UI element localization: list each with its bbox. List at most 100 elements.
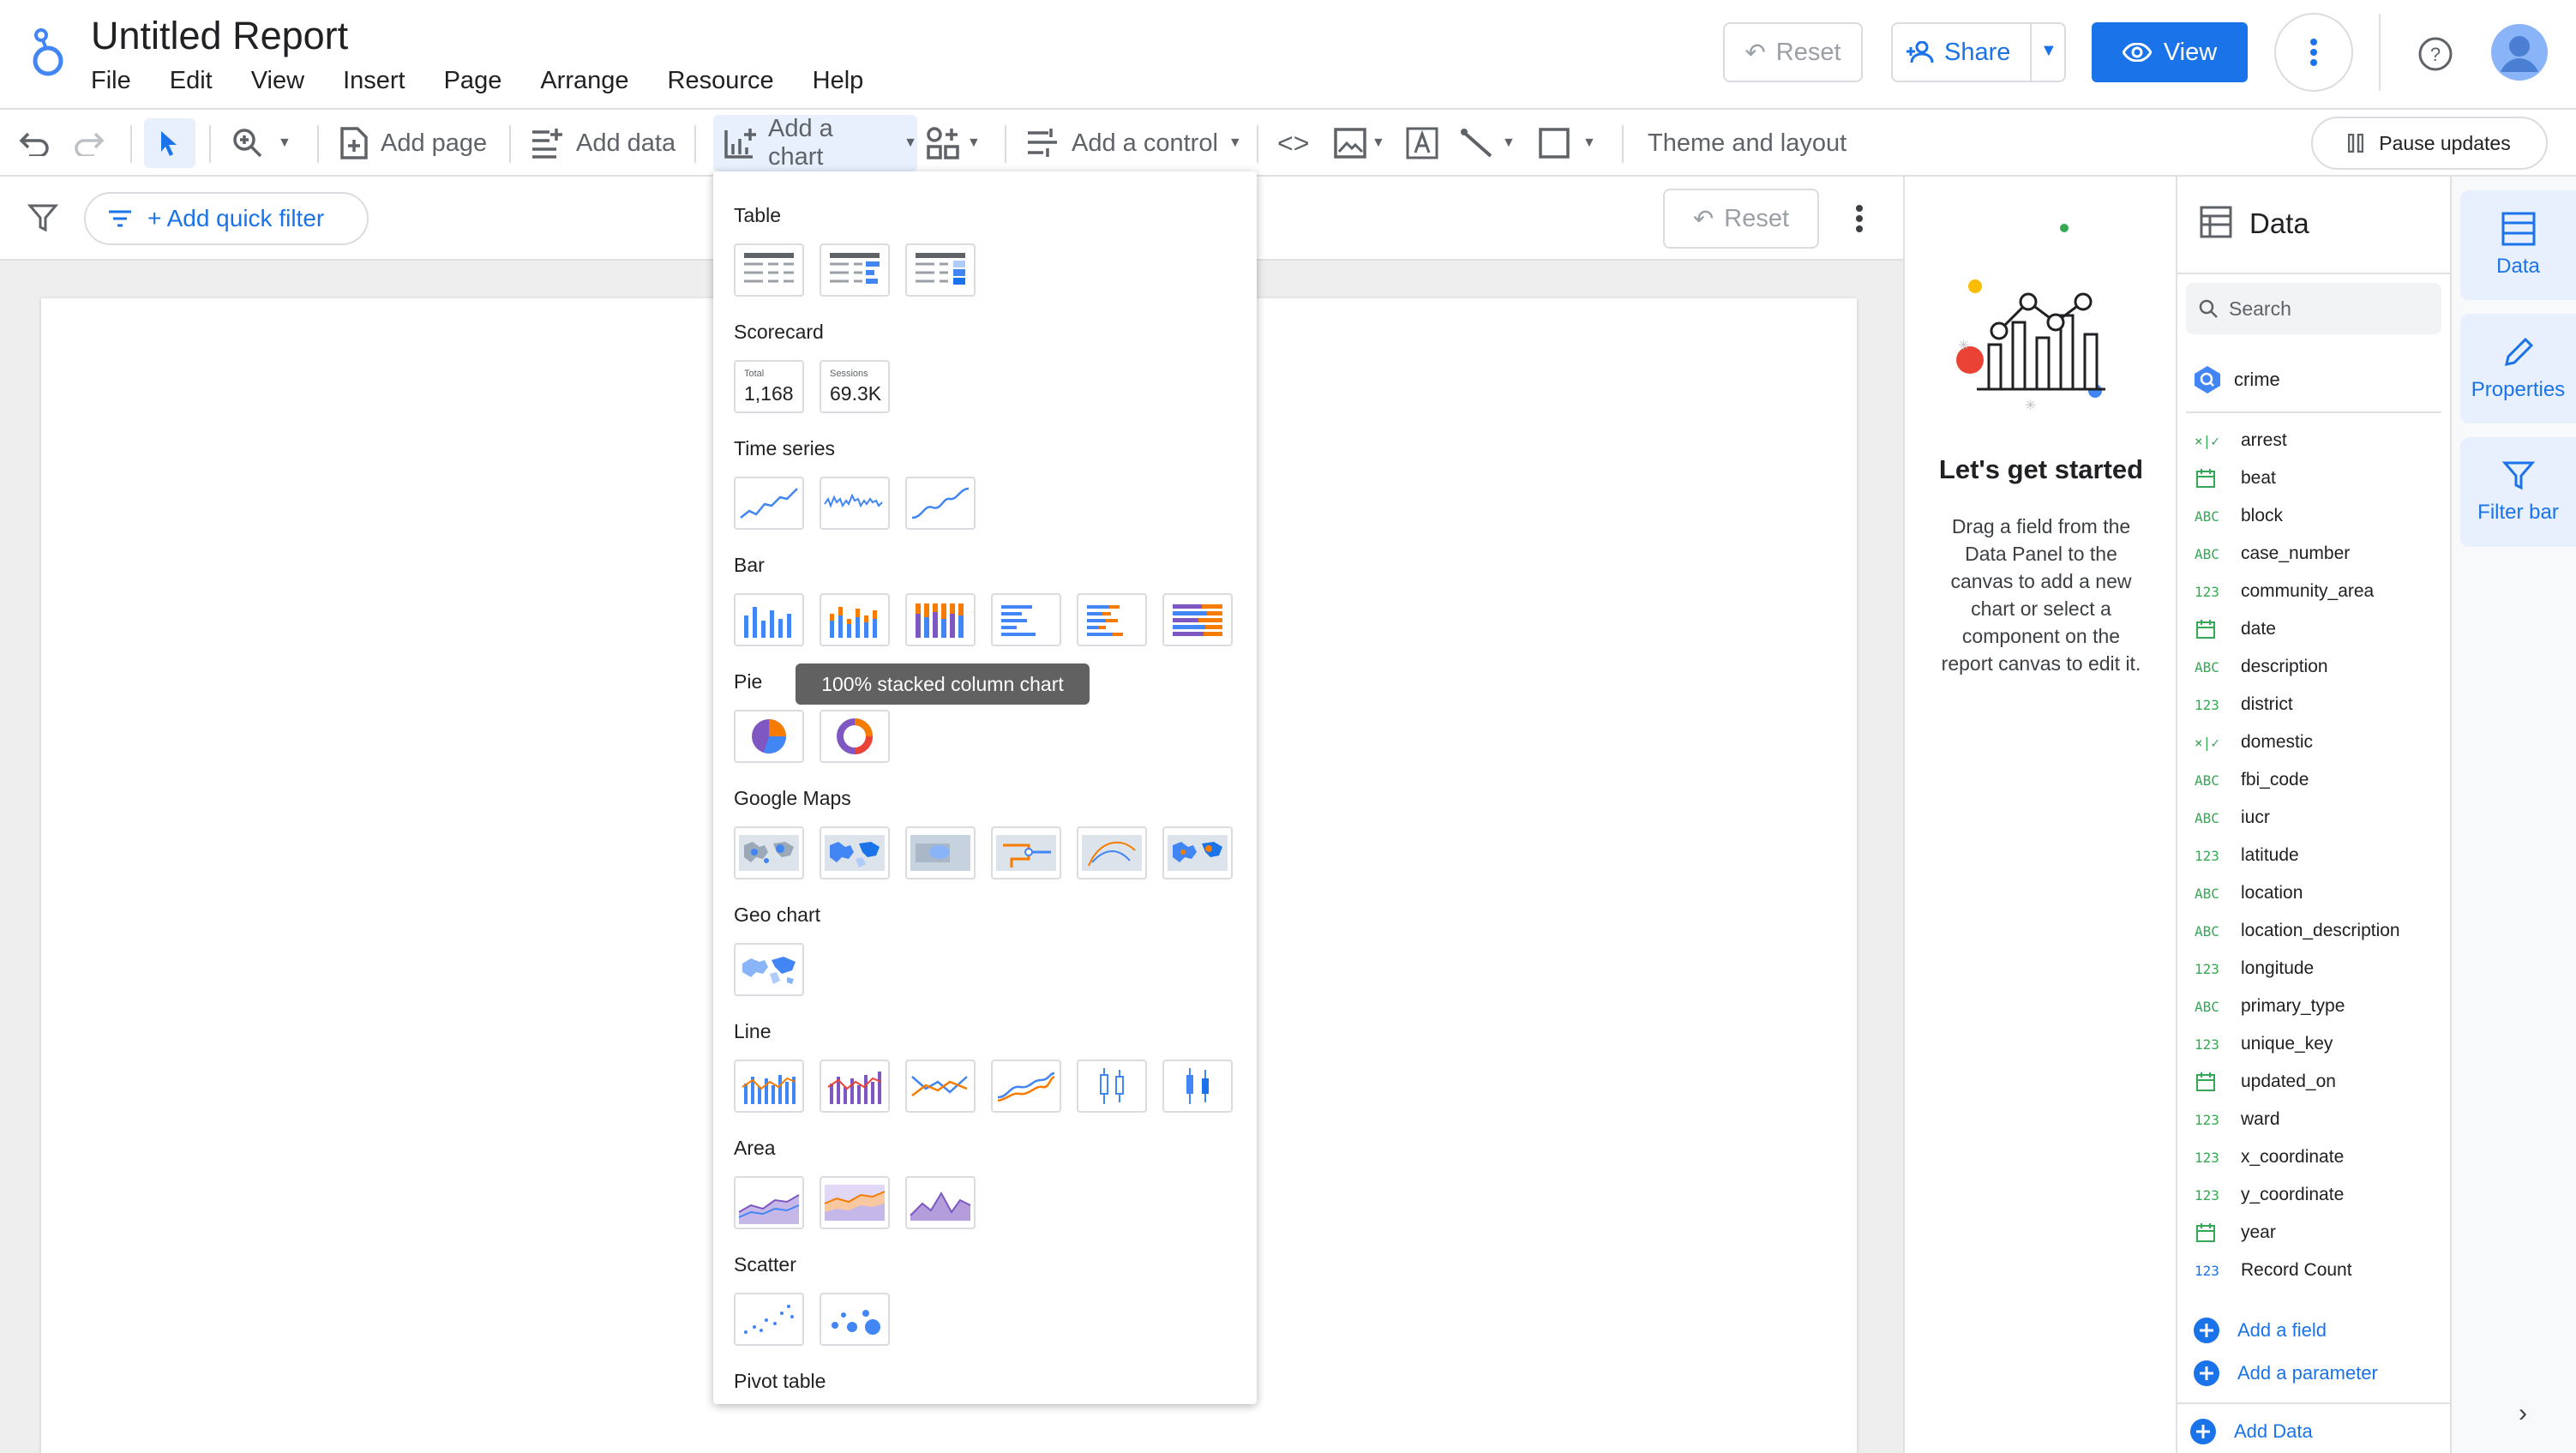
scorecard-compact-option[interactable]: Sessions 69.3K <box>820 360 890 413</box>
search-input[interactable]: Search <box>2186 283 2441 334</box>
menu-view[interactable]: View <box>251 67 304 95</box>
share-button[interactable]: Share ▼ <box>1891 22 2066 82</box>
view-button[interactable]: View <box>2092 22 2248 82</box>
shape-button[interactable]: ▼ <box>1538 110 1596 177</box>
field-item[interactable]: 123 ward <box>2195 1102 2280 1137</box>
table-bars-chart-option[interactable] <box>820 243 890 297</box>
menu-edit[interactable]: Edit <box>170 67 213 95</box>
stacked-area-chart-option[interactable] <box>820 1176 890 1229</box>
geo-chart-option[interactable] <box>734 943 804 996</box>
field-item[interactable]: 123 unique_key <box>2195 1027 2333 1061</box>
combo-chart-option[interactable] <box>734 1060 804 1113</box>
area-chart-option[interactable] <box>734 1176 804 1229</box>
text-box-icon[interactable] <box>1406 110 1438 177</box>
menu-page[interactable]: Page <box>444 67 502 95</box>
field-item[interactable]: 123 community_area <box>2195 574 2374 609</box>
field-item[interactable]: ×|✓ domestic <box>2195 725 2313 760</box>
smoothed-time-series-option[interactable] <box>905 477 976 530</box>
field-item[interactable]: ABC description <box>2195 650 2328 684</box>
percent-stacked-column-chart-option[interactable] <box>905 593 976 646</box>
bar-chart-option[interactable] <box>991 593 1061 646</box>
table-chart-option[interactable] <box>734 243 804 297</box>
connection-map-option[interactable] <box>1077 826 1147 880</box>
rail-data-tab[interactable]: Data <box>2460 190 2576 300</box>
donut-chart-option[interactable] <box>820 710 890 763</box>
chevron-right-icon[interactable]: › <box>2519 1399 2527 1428</box>
add-field-button[interactable]: Add a field <box>2193 1317 2327 1344</box>
add-quick-filter-button[interactable]: + Add quick filter <box>84 192 369 245</box>
share-dropdown-icon[interactable]: ▼ <box>2040 41 2057 61</box>
embed-code-icon[interactable]: <> <box>1277 110 1309 177</box>
theme-layout-button[interactable]: Theme and layout <box>1648 110 1846 177</box>
bubble-chart-option[interactable] <box>820 1293 890 1346</box>
avatar[interactable] <box>2491 24 2548 81</box>
field-item[interactable]: ABC iucr <box>2195 801 2270 835</box>
scorecard-option[interactable]: Total 1,168 <box>734 360 804 413</box>
add-page-button[interactable]: Add page <box>339 110 487 177</box>
pie-chart-option[interactable] <box>734 710 804 763</box>
filter-icon[interactable] <box>27 202 58 233</box>
image-button[interactable]: ▼ <box>1334 110 1385 177</box>
field-item[interactable]: ABC block <box>2195 499 2283 533</box>
rail-filter-bar-tab[interactable]: Filter bar <box>2460 437 2576 547</box>
add-chart-button[interactable]: Add a chart ▼ <box>713 115 917 171</box>
field-item[interactable]: 123 longitude <box>2195 952 2314 986</box>
report-title[interactable]: Untitled Report <box>91 14 348 58</box>
menu-arrange[interactable]: Arrange <box>540 67 628 95</box>
field-item[interactable]: 123 x_coordinate <box>2195 1140 2344 1174</box>
field-item[interactable]: year <box>2195 1216 2276 1250</box>
looker-studio-logo-icon[interactable] <box>31 26 65 79</box>
add-parameter-button[interactable]: Add a parameter <box>2193 1360 2378 1387</box>
help-icon[interactable]: ? <box>2417 36 2453 72</box>
more-options-button[interactable] <box>2274 13 2353 92</box>
filter-reset-button[interactable]: ↶ Reset <box>1663 189 1819 249</box>
field-item[interactable]: updated_on <box>2195 1065 2336 1099</box>
field-item[interactable]: ×|✓ arrest <box>2195 423 2287 458</box>
stacked-column-chart-option[interactable] <box>820 593 890 646</box>
field-item[interactable]: ABC location_description <box>2195 914 2400 948</box>
sparkline-option[interactable] <box>820 477 890 530</box>
add-control-button[interactable]: Add a control ▼ <box>1025 110 1242 177</box>
undo-icon[interactable] <box>17 110 50 177</box>
scatter-chart-option[interactable] <box>734 1293 804 1346</box>
select-tool-button[interactable] <box>144 118 195 168</box>
field-item[interactable]: 123 y_coordinate <box>2195 1178 2344 1212</box>
add-component-button[interactable]: ▼ <box>926 110 981 177</box>
pause-updates-button[interactable]: Pause updates <box>2311 117 2548 170</box>
combo-map-option[interactable] <box>1162 826 1233 880</box>
percent-stacked-area-chart-option[interactable] <box>905 1176 976 1229</box>
field-item[interactable]: ABC primary_type <box>2195 989 2345 1024</box>
field-item[interactable]: date <box>2195 612 2276 646</box>
line-chart-option[interactable] <box>905 1060 976 1113</box>
candlestick-chart-option[interactable] <box>1077 1060 1147 1113</box>
menu-insert[interactable]: Insert <box>343 67 405 95</box>
table-heatmap-chart-option[interactable] <box>905 243 976 297</box>
stacked-bar-chart-option[interactable] <box>1077 593 1147 646</box>
smoothed-line-chart-option[interactable] <box>991 1060 1061 1113</box>
percent-stacked-bar-chart-option[interactable] <box>1162 593 1233 646</box>
field-item[interactable]: 123 district <box>2195 687 2293 722</box>
field-item[interactable]: ABC fbi_code <box>2195 763 2309 797</box>
column-chart-option[interactable] <box>734 593 804 646</box>
field-item[interactable]: 123 latitude <box>2195 838 2299 873</box>
bubble-map-option[interactable] <box>734 826 804 880</box>
line-button[interactable]: ▼ <box>1459 110 1516 177</box>
zoom-button[interactable]: ▼ <box>231 110 291 177</box>
heatmap-map-option[interactable] <box>905 826 976 880</box>
line-map-option[interactable] <box>991 826 1061 880</box>
field-item[interactable]: ABC location <box>2195 876 2303 910</box>
redo-icon[interactable] <box>74 110 106 177</box>
add-data-button[interactable]: Add data <box>530 110 676 177</box>
data-source-item[interactable]: crime <box>2193 365 2280 394</box>
filled-candlestick-chart-option[interactable] <box>1162 1060 1233 1113</box>
field-item[interactable]: 123 Record Count <box>2195 1253 2352 1288</box>
stacked-combo-chart-option[interactable] <box>820 1060 890 1113</box>
reset-button[interactable]: ↶ Reset <box>1723 22 1863 82</box>
more-vert-icon[interactable] <box>1855 204 1864 233</box>
menu-file[interactable]: File <box>91 67 131 95</box>
rail-properties-tab[interactable]: Properties <box>2460 314 2576 423</box>
menu-help[interactable]: Help <box>813 67 864 95</box>
menu-resource[interactable]: Resource <box>668 67 774 95</box>
field-item[interactable]: beat <box>2195 461 2276 495</box>
time-series-option[interactable] <box>734 477 804 530</box>
